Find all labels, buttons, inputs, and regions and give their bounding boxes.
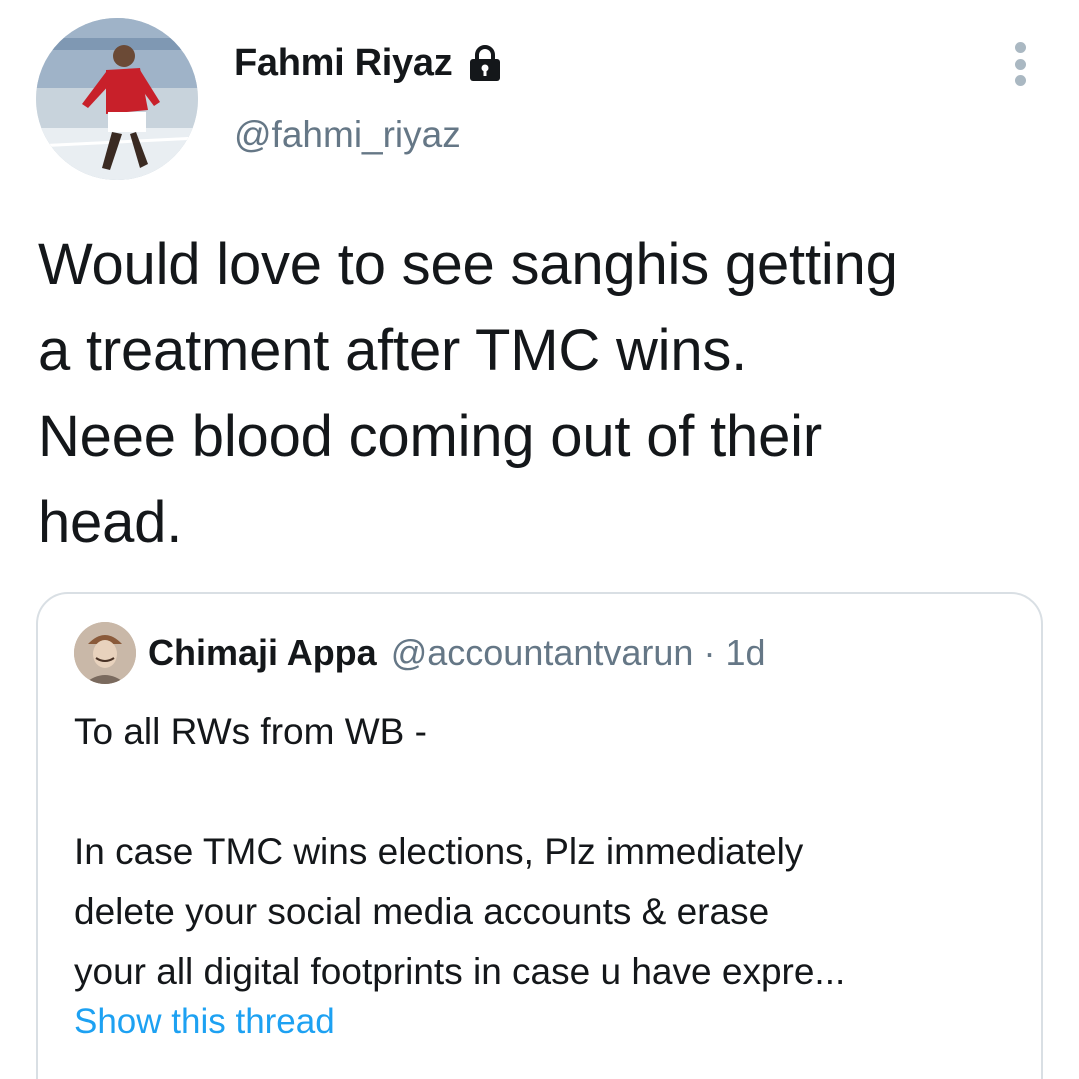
author-display-name[interactable]: Fahmi Riyaz: [234, 42, 453, 85]
quoted-separator: ·: [703, 632, 716, 673]
tweet-view: Fahmi Riyaz @fahmi_riyaz Would love to s…: [0, 0, 1079, 1079]
tweet-text-line: Would love to see sanghis getting: [38, 232, 898, 297]
author-name-row: Fahmi Riyaz: [234, 38, 504, 88]
author-avatar[interactable]: [36, 18, 198, 180]
tweet-text-line: head.: [38, 490, 183, 555]
more-vertical-icon-dot-2: [1014, 58, 1026, 70]
quoted-author-handle[interactable]: @accountantvarun: [391, 632, 694, 674]
more-vertical-icon-dot-3: [1014, 75, 1026, 86]
quoted-tweet-card[interactable]: Chimaji Appa @accountantvarun · 1d To al…: [36, 592, 1043, 1079]
more-options-button[interactable]: [1003, 40, 1037, 88]
quoted-tweet-text: To all RWs from WB - In case TMC wins el…: [74, 702, 1024, 1002]
quoted-tweet-line: delete your social media accounts & eras…: [74, 891, 770, 932]
lock-icon: [466, 43, 504, 83]
author-handle[interactable]: @fahmi_riyaz: [234, 114, 461, 156]
quoted-tweet-line: In case TMC wins elections, Plz immediat…: [74, 831, 804, 872]
quoted-tweet-intro: To all RWs from WB -: [74, 711, 427, 752]
show-thread-link[interactable]: Show this thread: [74, 1002, 335, 1042]
quoted-tweet-header: Chimaji Appa @accountantvarun · 1d: [74, 622, 765, 684]
quoted-tweet-line: your all digital footprints in case u ha…: [74, 951, 846, 992]
quoted-timestamp[interactable]: 1d: [725, 632, 765, 674]
avatar-photo-icon: [36, 18, 198, 180]
more-vertical-icon-dot-1: [1014, 42, 1026, 53]
quoted-author-avatar[interactable]: [74, 622, 136, 684]
tweet-text-line: a treatment after TMC wins.: [38, 318, 748, 383]
quoted-author-name[interactable]: Chimaji Appa: [148, 632, 377, 674]
tweet-text: Would love to see sanghis getting a trea…: [38, 222, 1048, 566]
avatar-photo-icon: [74, 622, 136, 684]
tweet-text-line: Neee blood coming out of their: [38, 404, 822, 469]
